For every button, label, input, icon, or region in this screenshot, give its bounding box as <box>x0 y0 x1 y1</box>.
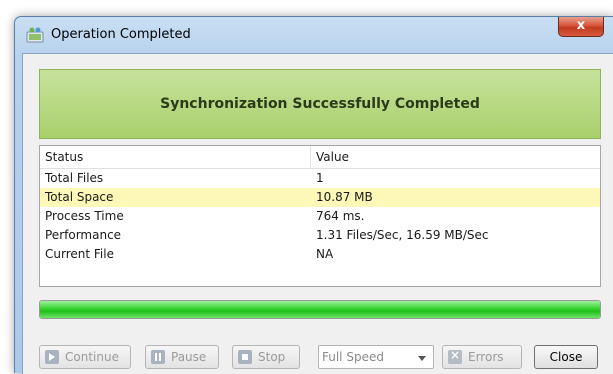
progress-bar <box>39 300 601 319</box>
close-icon: x <box>576 18 586 33</box>
continue-label: Continue <box>65 350 119 364</box>
table-row[interactable]: Performance 1.31 Files/Sec, 16.59 MB/Sec <box>40 226 600 245</box>
table-row[interactable]: Total Files 1 <box>40 169 600 188</box>
pause-button[interactable]: Pause <box>145 345 219 369</box>
column-header-value[interactable]: Value <box>316 150 349 164</box>
row-status-cell: Total Files <box>45 171 104 185</box>
stop-icon <box>238 350 252 364</box>
row-value-cell: 10.87 MB <box>316 190 373 204</box>
row-status-cell: Current File <box>45 247 114 261</box>
errors-button[interactable]: Errors <box>442 345 522 369</box>
speed-select-value: Full Speed <box>322 350 384 364</box>
sync-app-icon <box>26 27 44 43</box>
results-table[interactable]: Status Value Total Files 1 Total Space 10.8… <box>39 145 601 287</box>
row-value-cell: 1 <box>316 171 324 185</box>
table-header: Status Value <box>40 146 600 169</box>
column-divider[interactable] <box>310 146 311 168</box>
column-header-status[interactable]: Status <box>45 150 83 164</box>
button-bar: Continue Pause Stop Full Speed Errors Cl… <box>39 345 609 371</box>
table-row[interactable]: Process Time 764 ms. <box>40 207 600 226</box>
row-status-cell: Process Time <box>45 209 124 223</box>
stop-button[interactable]: Stop <box>232 345 300 369</box>
progress-fill <box>40 301 600 318</box>
table-row[interactable]: Total Space 10.87 MB <box>40 188 600 207</box>
speed-select[interactable]: Full Speed <box>318 345 434 369</box>
pause-icon <box>151 350 165 364</box>
table-row[interactable]: Current File NA <box>40 245 600 264</box>
window-title: Operation Completed <box>51 27 191 42</box>
continue-button[interactable]: Continue <box>39 345 131 369</box>
close-button[interactable]: Close <box>534 345 598 369</box>
errors-label: Errors <box>468 350 504 364</box>
row-status-cell: Performance <box>45 228 122 242</box>
row-value-cell: 764 ms. <box>316 209 365 223</box>
pause-label: Pause <box>171 350 207 364</box>
error-icon <box>448 348 462 364</box>
chevron-down-icon <box>418 356 426 361</box>
window-close-button[interactable]: x <box>558 17 604 37</box>
stop-label: Stop <box>258 350 286 364</box>
play-icon <box>45 350 59 364</box>
operation-completed-dialog: Operation Completed x Synchronization Su… <box>14 16 613 374</box>
dialog-body: Synchronization Successfully Completed S… <box>22 53 613 374</box>
banner-message: Synchronization Successfully Completed <box>160 96 480 112</box>
row-status-cell: Total Space <box>45 190 114 204</box>
title-bar[interactable]: Operation Completed x <box>15 17 613 53</box>
row-value-cell: NA <box>316 247 334 261</box>
status-banner: Synchronization Successfully Completed <box>39 69 601 139</box>
row-value-cell: 1.31 Files/Sec, 16.59 MB/Sec <box>316 228 489 242</box>
